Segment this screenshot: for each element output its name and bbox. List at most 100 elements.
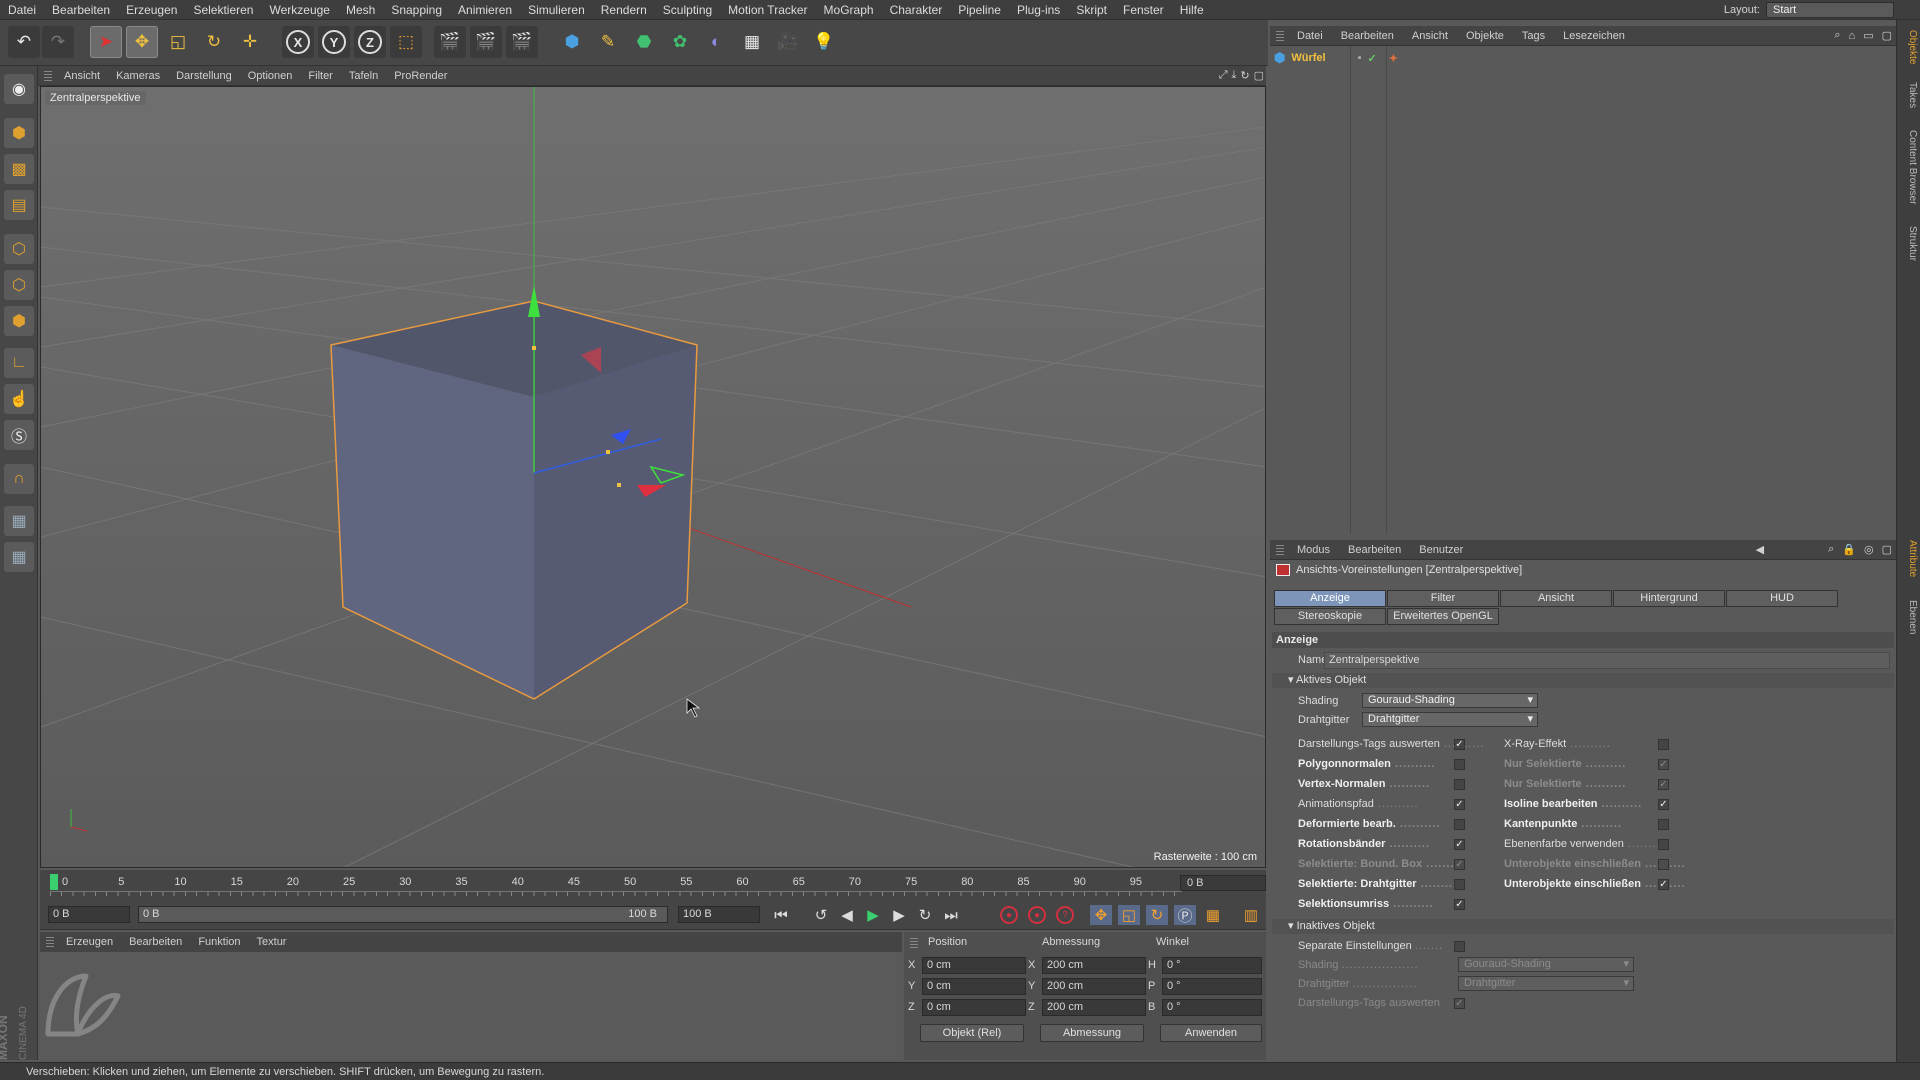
- minimize-icon[interactable]: ▭: [1859, 29, 1877, 42]
- playhead[interactable]: [50, 874, 58, 890]
- viewport-move-icon[interactable]: ⤢: [1217, 69, 1230, 82]
- inactive-wireframe-dropdown[interactable]: Drahtgitter ▾: [1458, 976, 1634, 991]
- attr-tab-anzeige[interactable]: Anzeige: [1274, 590, 1386, 607]
- option-checkbox[interactable]: ✓: [1454, 739, 1465, 750]
- objmgr-menu-datei[interactable]: Datei: [1288, 30, 1332, 42]
- option-checkbox[interactable]: ✓: [1658, 779, 1669, 790]
- viewport-zoom-icon[interactable]: ⤓: [1230, 69, 1239, 82]
- side-tab-struktur[interactable]: Struktur: [1900, 226, 1918, 261]
- attr-menu-bearbeiten[interactable]: Bearbeiten: [1339, 544, 1410, 556]
- option-checkbox[interactable]: [1454, 879, 1465, 890]
- move-gizmo-y-arrow[interactable]: [528, 285, 540, 317]
- option-checkbox[interactable]: ✓: [1454, 799, 1465, 810]
- render-settings-icon[interactable]: 🎬: [506, 26, 538, 58]
- y-axis-lock-button[interactable]: Y: [318, 26, 350, 58]
- autokeying-icon[interactable]: ●: [1028, 906, 1046, 924]
- key-pla-icon[interactable]: ▦: [1202, 905, 1224, 925]
- record-keys-icon[interactable]: ●: [1000, 906, 1018, 924]
- floor-icon[interactable]: ▦: [736, 26, 768, 58]
- texture-mode-icon[interactable]: ▩: [4, 154, 34, 184]
- menu-simulieren[interactable]: Simulieren: [520, 3, 593, 17]
- viewport-menu-optionen[interactable]: Optionen: [240, 70, 301, 82]
- shading-dropdown[interactable]: Gouraud-Shading ▾: [1362, 693, 1538, 708]
- target-icon[interactable]: ◎: [1860, 543, 1878, 556]
- light-icon[interactable]: 💡: [808, 26, 840, 58]
- coordinate-system-icon[interactable]: ⬚: [390, 26, 422, 58]
- coord-rotation-field[interactable]: 0 °: [1162, 957, 1262, 974]
- layout-dropdown[interactable]: Start: [1766, 1, 1894, 18]
- model-mode-icon[interactable]: ⬢: [4, 118, 34, 148]
- menu-mesh[interactable]: Mesh: [338, 3, 383, 17]
- side-tab-objekte[interactable]: Objekte: [1900, 30, 1918, 64]
- menu-animieren[interactable]: Animieren: [450, 3, 520, 17]
- attr-tab-hintergrund[interactable]: Hintergrund: [1613, 590, 1725, 607]
- x-axis-lock-button[interactable]: X: [282, 26, 314, 58]
- option-checkbox[interactable]: [1658, 819, 1669, 830]
- side-tab-takes[interactable]: Takes: [1900, 82, 1918, 108]
- redo-icon[interactable]: ↷: [42, 26, 74, 58]
- home-icon[interactable]: ⌂: [1845, 30, 1860, 42]
- coord-size-field[interactable]: 200 cm: [1042, 957, 1146, 974]
- timeline[interactable]: 0510152025303540455055606570758085909510…: [40, 870, 1266, 900]
- go-to-end-icon[interactable]: ⏭: [940, 905, 962, 925]
- layer-icon[interactable]: ▪: [1358, 52, 1362, 64]
- coord-rotation-field[interactable]: 0 °: [1162, 999, 1262, 1016]
- option-checkbox[interactable]: ✓: [1658, 799, 1669, 810]
- name-field[interactable]: Zentralperspektive: [1324, 652, 1890, 669]
- coord-size-field[interactable]: 200 cm: [1042, 999, 1146, 1016]
- previous-keyframe-icon[interactable]: ↺: [810, 905, 832, 925]
- option-checkbox[interactable]: ✓: [1658, 759, 1669, 770]
- option-checkbox[interactable]: [1454, 779, 1465, 790]
- option-checkbox[interactable]: [1454, 759, 1465, 770]
- menu-pipeline[interactable]: Pipeline: [950, 3, 1009, 17]
- search-icon[interactable]: ⌕: [1830, 29, 1844, 42]
- axis-mode-icon[interactable]: ∟: [4, 348, 34, 378]
- timeline-ruler[interactable]: 0510152025303540455055606570758085909510…: [50, 872, 1204, 898]
- magnet-icon[interactable]: ∩: [4, 464, 34, 494]
- viewport-maximize-icon[interactable]: ▢: [1252, 69, 1266, 82]
- material-menu-textur[interactable]: Textur: [249, 936, 295, 948]
- camera-icon[interactable]: 🎥: [772, 26, 804, 58]
- previous-frame-icon[interactable]: ◀: [836, 905, 858, 925]
- option-checkbox[interactable]: ✓: [1454, 859, 1465, 870]
- menu-fenster[interactable]: Fenster: [1115, 3, 1172, 17]
- menu-snapping[interactable]: Snapping: [383, 3, 450, 17]
- key-rotation-icon[interactable]: ↻: [1146, 905, 1168, 925]
- apply-button[interactable]: Anwenden: [1160, 1024, 1262, 1042]
- next-keyframe-icon[interactable]: ↻: [914, 905, 936, 925]
- coord-position-field[interactable]: 0 cm: [922, 999, 1026, 1016]
- make-editable-icon[interactable]: ◉: [4, 74, 34, 104]
- object-name[interactable]: Würfel: [1291, 52, 1325, 64]
- menu-skript[interactable]: Skript: [1068, 3, 1115, 17]
- spline-pen-icon[interactable]: ✎: [592, 26, 624, 58]
- material-menu-bearbeiten[interactable]: Bearbeiten: [121, 936, 190, 948]
- menu-werkzeuge[interactable]: Werkzeuge: [261, 3, 337, 17]
- attr-menu-benutzer[interactable]: Benutzer: [1410, 544, 1472, 556]
- key-parameter-icon[interactable]: Ⓟ: [1174, 905, 1196, 925]
- back-arrow-icon[interactable]: ◀: [1752, 543, 1768, 556]
- material-menu-funktion[interactable]: Funktion: [190, 936, 248, 948]
- option-checkbox[interactable]: [1658, 839, 1669, 850]
- key-scale-icon[interactable]: ◱: [1118, 905, 1140, 925]
- start-frame-field[interactable]: 0 B: [48, 906, 130, 923]
- workplane-mode-icon[interactable]: ▤: [4, 190, 34, 220]
- menu-plug-ins[interactable]: Plug-ins: [1009, 3, 1068, 17]
- objmgr-menu-ansicht[interactable]: Ansicht: [1403, 30, 1457, 42]
- viewport-rotate-icon[interactable]: ↻: [1238, 69, 1251, 82]
- points-mode-icon[interactable]: ⬡: [4, 234, 34, 264]
- option-checkbox[interactable]: ✓: [1658, 879, 1669, 890]
- option-checkbox[interactable]: [1658, 739, 1669, 750]
- viewport-menu-kameras[interactable]: Kameras: [108, 70, 168, 82]
- menu-selektieren[interactable]: Selektieren: [185, 3, 261, 17]
- menu-mograph[interactable]: MoGraph: [816, 3, 882, 17]
- live-selection-icon[interactable]: ➤: [90, 26, 122, 58]
- tweak-mode-icon[interactable]: ☝: [4, 384, 34, 414]
- locked-workplane-icon[interactable]: ▦: [4, 542, 34, 572]
- wireframe-dropdown[interactable]: Drahtgitter ▾: [1362, 712, 1538, 727]
- workplane-icon[interactable]: ▦: [4, 506, 34, 536]
- attr-tab-erweitertes-opengl[interactable]: Erweitertes OpenGL: [1387, 608, 1499, 625]
- menu-rendern[interactable]: Rendern: [593, 3, 655, 17]
- menu-motion-tracker[interactable]: Motion Tracker: [720, 3, 815, 17]
- x-handle[interactable]: [617, 483, 621, 487]
- objmgr-menu-lesezeichen[interactable]: Lesezeichen: [1554, 30, 1634, 42]
